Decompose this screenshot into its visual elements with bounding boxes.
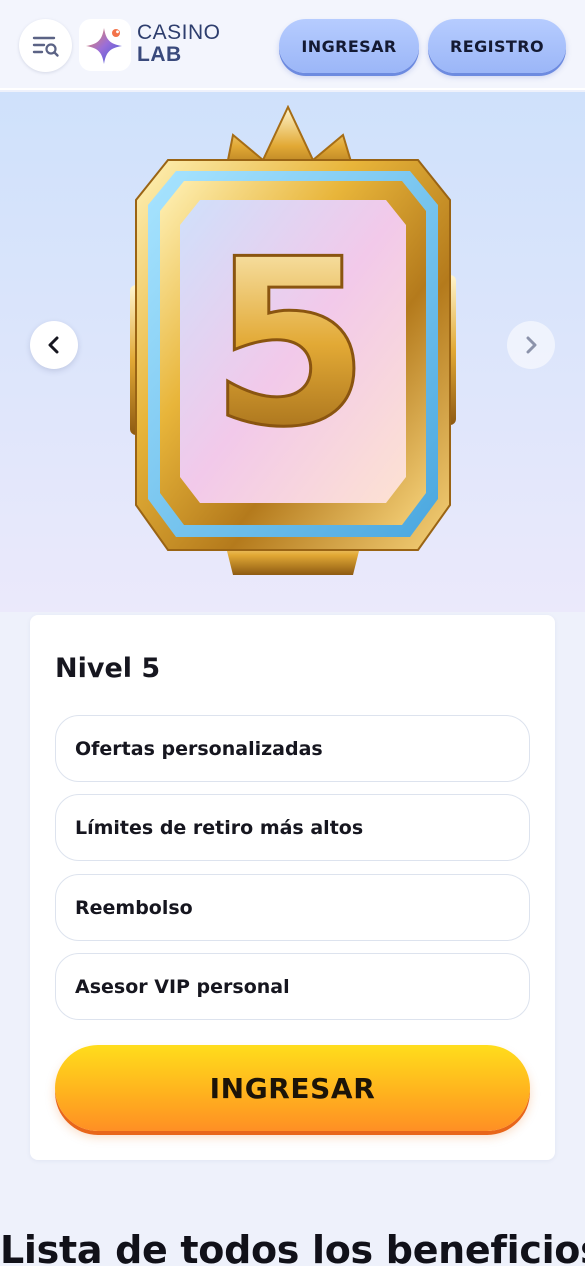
carousel-next-button[interactable] [507, 321, 555, 369]
badge-number: 5 [210, 211, 370, 478]
benefit-item: Ofertas personalizadas [55, 715, 530, 782]
register-button[interactable]: REGISTRO [428, 19, 566, 73]
chevron-right-icon [526, 336, 537, 354]
logo-line-1: CASINO [137, 21, 221, 44]
top-header: CASINO LAB INGRESAR REGISTRO [0, 0, 585, 90]
sparkle-star-icon [86, 28, 122, 64]
benefit-item: Asesor VIP personal [55, 953, 530, 1020]
level-badge-image: 5 [130, 105, 456, 575]
level-cta-button[interactable]: INGRESAR [55, 1045, 530, 1131]
benefits-section-title: Lista de todos los beneficios [0, 1228, 585, 1266]
menu-button[interactable] [19, 19, 72, 72]
menu-search-icon [32, 36, 59, 57]
level-card: Nivel 5 Ofertas personalizadas Límites d… [30, 615, 555, 1160]
benefit-item: Límites de retiro más altos [55, 794, 530, 861]
level-title: Nivel 5 [55, 653, 161, 684]
login-button[interactable]: INGRESAR [279, 19, 419, 73]
logo-line-2: LAB [137, 43, 182, 66]
logo-wordmark[interactable]: CASINO LAB [137, 22, 221, 66]
benefit-item: Reembolso [55, 874, 530, 941]
logo[interactable] [79, 19, 131, 71]
chevron-left-icon [48, 336, 59, 354]
carousel-prev-button[interactable] [30, 321, 78, 369]
